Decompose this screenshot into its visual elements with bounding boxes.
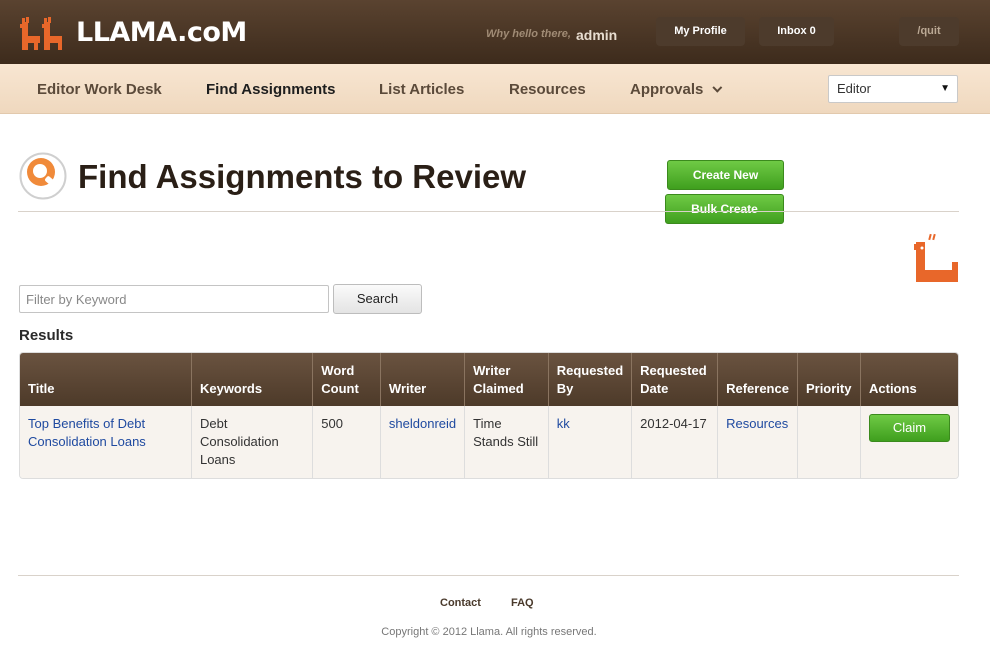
logo-text: LLAMA.coM xyxy=(76,16,247,48)
nav-approvals[interactable]: Approvals xyxy=(630,81,723,98)
title-divider xyxy=(18,211,959,212)
keywords-cell: Debt Consolidation Loans xyxy=(191,406,314,478)
results-heading: Results xyxy=(19,327,74,344)
role-select-value: Editor xyxy=(837,81,871,96)
claim-button[interactable]: Claim xyxy=(869,414,950,442)
top-header: LLAMA.coM Why hello there, admin My Prof… xyxy=(0,0,990,64)
chevron-down-icon xyxy=(712,82,723,93)
col-priority[interactable]: Priority xyxy=(797,353,861,406)
create-new-button[interactable]: Create New xyxy=(667,160,784,190)
logo[interactable]: LLAMA.coM xyxy=(20,12,247,52)
requested-date-cell: 2012-04-17 xyxy=(632,406,719,478)
bulk-create-button[interactable]: Bulk Create xyxy=(665,194,784,224)
col-requested-by[interactable]: Requested By xyxy=(548,353,633,406)
nav-approvals-label: Approvals xyxy=(630,81,704,98)
inbox-button[interactable]: Inbox 0 xyxy=(759,17,834,46)
dropdown-arrow-icon: ▼ xyxy=(940,83,950,94)
word-count-cell: 500 xyxy=(313,406,381,478)
reference-link[interactable]: Resources xyxy=(726,416,788,431)
table-header-row: Title Keywords Word Count Writer Writer … xyxy=(20,353,958,406)
page-title: Find Assignments to Review xyxy=(78,158,527,195)
nav-resources[interactable]: Resources xyxy=(509,81,586,98)
faq-link[interactable]: FAQ xyxy=(511,597,534,609)
col-writer-claimed[interactable]: Writer Claimed xyxy=(465,353,549,406)
nav-list-articles[interactable]: List Articles xyxy=(379,81,464,98)
quit-button[interactable]: /quit xyxy=(899,17,959,46)
keyword-search-input[interactable] xyxy=(19,285,329,313)
nav-find-assignments[interactable]: Find Assignments xyxy=(206,81,335,98)
writer-claimed-cell: Time Stands Still xyxy=(465,406,549,478)
requested-by-link[interactable]: kk xyxy=(557,416,570,431)
results-table: Title Keywords Word Count Writer Writer … xyxy=(19,352,959,479)
col-requested-date[interactable]: Requested Date xyxy=(632,353,719,406)
col-title[interactable]: Title xyxy=(20,353,192,406)
priority-cell xyxy=(797,406,861,478)
col-writer[interactable]: Writer xyxy=(380,353,466,406)
copyright-text: Copyright © 2012 Llama. All rights reser… xyxy=(381,626,597,638)
nav-editor-work-desk[interactable]: Editor Work Desk xyxy=(37,81,162,98)
search-button[interactable]: Search xyxy=(333,284,422,314)
article-title-link[interactable]: Top Benefits of Debt Consolidation Loans xyxy=(28,416,146,449)
username: admin xyxy=(576,27,618,43)
contact-link[interactable]: Contact xyxy=(440,597,481,609)
role-select[interactable]: Editor ▼ xyxy=(828,75,958,103)
col-word-count[interactable]: Word Count xyxy=(313,353,381,406)
llama-logo-icon xyxy=(20,17,62,50)
col-reference[interactable]: Reference xyxy=(718,353,798,406)
llama-mascot-icon xyxy=(914,233,958,282)
col-keywords[interactable]: Keywords xyxy=(191,353,314,406)
col-actions: Actions xyxy=(861,353,958,406)
magnifier-icon xyxy=(19,152,67,200)
footer-divider xyxy=(18,575,959,576)
writer-link[interactable]: sheldonreid xyxy=(389,416,456,431)
my-profile-button[interactable]: My Profile xyxy=(656,17,745,46)
greeting-text: Why hello there, xyxy=(486,28,571,40)
table-row: Top Benefits of Debt Consolidation Loans… xyxy=(20,406,958,478)
